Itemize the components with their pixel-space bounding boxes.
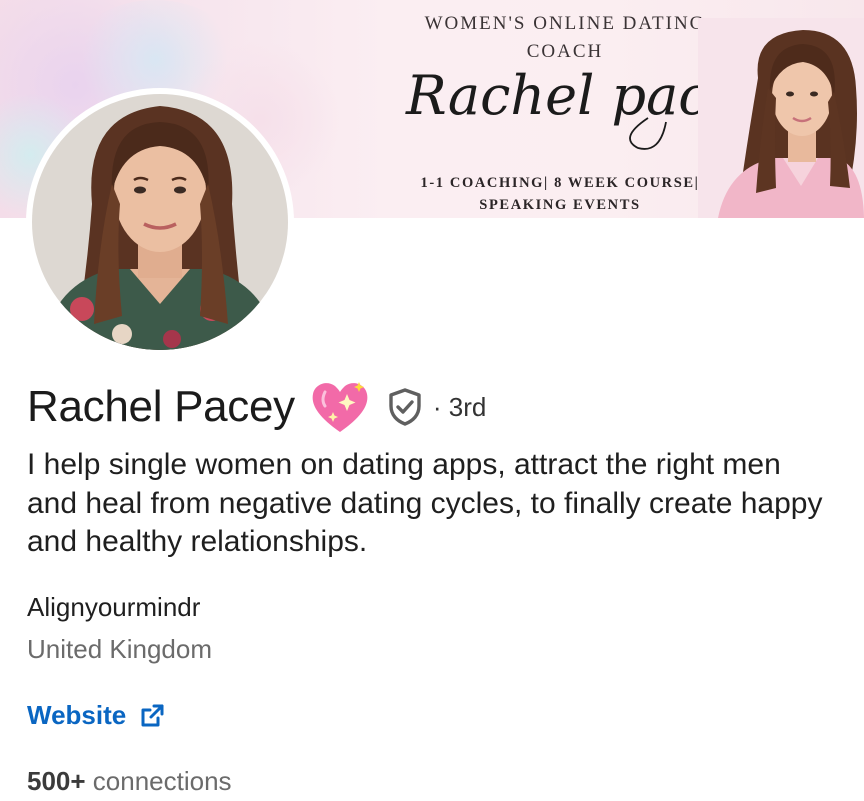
connections-count[interactable]: 500+ connections — [27, 766, 232, 797]
profile-location: United Kingdom — [27, 634, 212, 664]
sparkling-heart-icon — [312, 382, 368, 432]
profile-headline: I help single women on dating apps, attr… — [27, 448, 823, 558]
external-link-icon — [141, 704, 164, 726]
connections-number: 500+ — [27, 766, 86, 796]
name-row: Rachel Pacey · 3rd — [27, 376, 486, 438]
profile-company[interactable]: Alignyourmindr — [27, 592, 200, 623]
avatar-photo — [32, 94, 288, 350]
verified-shield-icon[interactable] — [385, 387, 425, 427]
banner-portrait-photo — [698, 18, 864, 218]
website-label: Website — [27, 700, 127, 730]
banner-signature-text: Rachel pacey — [405, 64, 728, 127]
connections-label: connections — [85, 766, 232, 796]
website-link[interactable]: Website — [27, 700, 166, 731]
profile-name: Rachel Pacey — [27, 382, 295, 431]
connection-degree: · 3rd — [432, 391, 487, 422]
profile-avatar[interactable] — [26, 88, 294, 356]
banner-signature: Rachel pacey — [405, 64, 728, 150]
